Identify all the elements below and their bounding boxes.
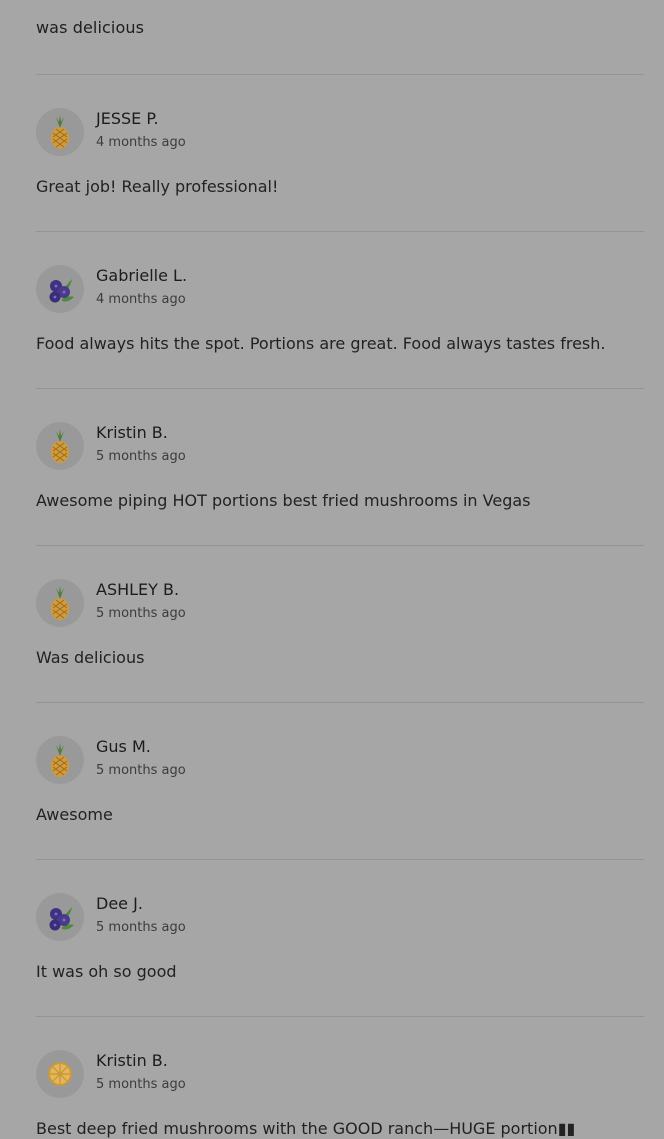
- reviewer-avatar: [36, 579, 84, 627]
- reviewer-name: Kristin B.: [96, 1051, 168, 1070]
- orange-slice-icon: [36, 1050, 84, 1098]
- review-time: 5 months ago: [96, 1077, 186, 1092]
- pineapple-icon: [36, 579, 84, 627]
- pineapple-icon: [36, 422, 84, 470]
- review-item: Gabrielle L. 4 months ago Food always hi…: [36, 232, 644, 389]
- review-time: 5 months ago: [96, 920, 186, 935]
- reviewer-name: Gus M.: [96, 737, 151, 756]
- review-item: Kristin B. 5 months ago Awesome piping H…: [36, 389, 644, 546]
- reviewer-avatar: [36, 422, 84, 470]
- review-item: Kristin B. 5 months ago Best deep fried …: [36, 1017, 644, 1139]
- reviewer-name: Gabrielle L.: [96, 266, 188, 285]
- review-text: Was delicious: [36, 648, 145, 667]
- reviewer-avatar: [36, 893, 84, 941]
- review-text: It was oh so good: [36, 962, 177, 981]
- review-item: JESSE P. 4 months ago Great job! Really …: [36, 75, 644, 232]
- review-item: ASHLEY B. 5 months ago Was delicious: [36, 546, 644, 703]
- reviewer-name: Kristin B.: [96, 423, 168, 442]
- reviewer-name: JESSE P.: [96, 109, 159, 128]
- previous-review-text: was delicious: [36, 18, 145, 37]
- reviewer-avatar: [36, 108, 84, 156]
- review-time: 5 months ago: [96, 606, 186, 621]
- review-text: Great job! Really professional!: [36, 177, 279, 196]
- review-item: Gus M. 5 months ago Awesome: [36, 703, 644, 860]
- review-time: 5 months ago: [96, 763, 186, 778]
- reviewer-name: ASHLEY B.: [96, 580, 180, 599]
- reviewer-name: Dee J.: [96, 894, 143, 913]
- review-text: Best deep fried mushrooms with the GOOD …: [36, 1119, 576, 1138]
- review-time: 5 months ago: [96, 449, 186, 464]
- review-item: Dee J. 5 months ago It was oh so good: [36, 860, 644, 1017]
- blueberries-icon: [36, 893, 84, 941]
- pineapple-icon: [36, 108, 84, 156]
- reviewer-avatar: [36, 736, 84, 784]
- review-text: Awesome: [36, 805, 113, 824]
- reviewer-avatar: [36, 265, 84, 313]
- pineapple-icon: [36, 736, 84, 784]
- review-time: 4 months ago: [96, 135, 186, 150]
- blueberries-icon: [36, 265, 84, 313]
- review-time: 4 months ago: [96, 292, 186, 307]
- review-text: Awesome piping HOT portions best fried m…: [36, 491, 531, 510]
- reviews-page: was delicious JESSE P. 4 months ago Grea…: [0, 0, 664, 1139]
- review-text: Food always hits the spot. Portions are …: [36, 334, 606, 353]
- reviewer-avatar: [36, 1050, 84, 1098]
